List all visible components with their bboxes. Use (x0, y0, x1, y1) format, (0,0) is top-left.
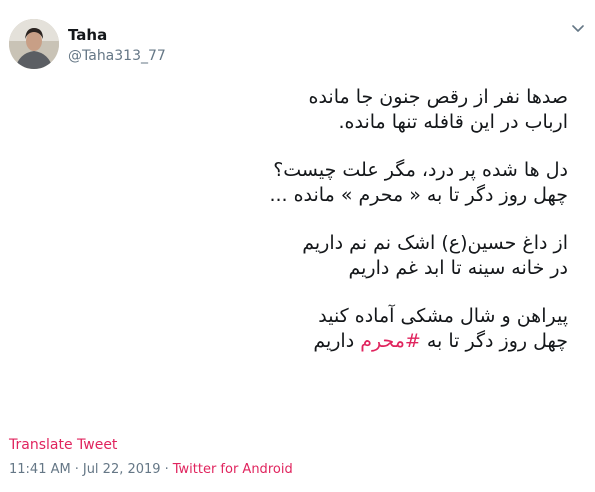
tweet-text: صدها نفر از رقص جنون جا مانده ارباب در ا… (28, 85, 568, 354)
tweet-time: 11:41 AM (9, 462, 71, 477)
avatar[interactable] (9, 19, 59, 69)
avatar-photo (9, 19, 59, 69)
tweet-author[interactable]: Taha @Taha313_77 (68, 26, 166, 65)
tweet-stanza: صدها نفر از رقص جنون جا مانده ارباب در ا… (28, 85, 569, 135)
tweet-line: از داغ حسین(ع) اشک نم نم داریم (302, 232, 568, 254)
tweet-line: صدها نفر از رقص جنون جا مانده (308, 86, 569, 108)
hashtag-link[interactable]: #محرم (360, 330, 421, 352)
chevron-down-icon (572, 25, 584, 32)
author-handle[interactable]: @Taha313_77 (68, 47, 166, 65)
tweet-metadata: 11:41 AM · Jul 22, 2019 · Twitter for Androi… (9, 461, 293, 479)
translate-tweet-link[interactable]: Translate Tweet (9, 436, 117, 454)
tweet-line: چهل روز دگر تا به « محرم » مانده ... (269, 184, 568, 206)
tweet-date: Jul 22, 2019 (82, 462, 161, 477)
tweet-line: در خانه سینه تا ابد غم داریم (348, 257, 568, 279)
tweet-line: ارباب در این قافله تنها مانده. (338, 111, 568, 133)
tweet-line-with-hashtag: چهل روز دگر تا به #محرم داریم (28, 329, 568, 354)
separator-dot: · (74, 462, 79, 477)
tweet-menu-button[interactable] (571, 22, 585, 36)
author-name[interactable]: Taha (68, 26, 166, 44)
separator-dot: · (164, 462, 169, 477)
tweet-source-link[interactable]: Twitter for Android (173, 462, 293, 477)
tweet-stanza: پیراهن و شال مشکی آماده کنید چهل روز دگر… (28, 304, 568, 354)
tweet-line: پیراهن و شال مشکی آماده کنید (318, 305, 568, 327)
tweet-timestamp[interactable]: 11:41 AM · Jul 22, 2019 (9, 462, 161, 477)
tweet-text-segment: چهل روز دگر تا به (426, 330, 568, 352)
tweet-stanza: از داغ حسین(ع) اشک نم نم داریم در خانه س… (28, 231, 568, 281)
tweet-text-segment: داریم (313, 330, 355, 352)
tweet-line: دل ها شده پر درد، مگر علت چیست؟ (273, 159, 568, 181)
tweet-stanza: دل ها شده پر درد، مگر علت چیست؟ چهل روز … (28, 158, 568, 208)
